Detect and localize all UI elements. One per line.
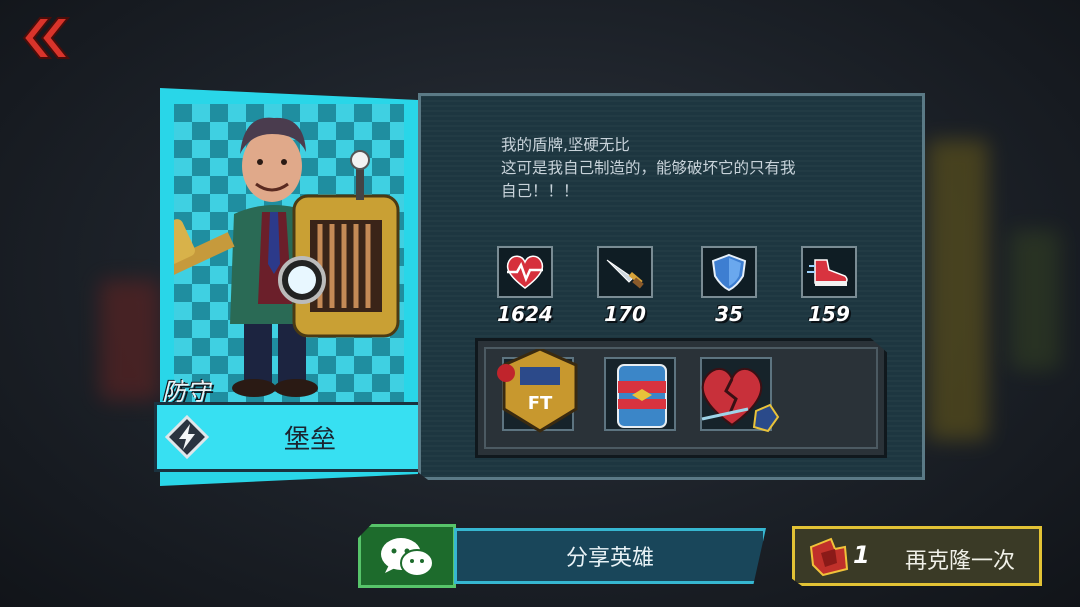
hero-shoe-left	[232, 379, 276, 397]
wechat-icon	[381, 538, 434, 577]
stat-attack-value: 170	[604, 302, 646, 326]
hero-class-name: 堡垒	[283, 425, 336, 455]
shield-icon	[701, 246, 757, 298]
background-card-right	[928, 140, 988, 440]
description-line: 这可是我自己制造的，能够破坏它的只有我	[501, 159, 796, 177]
stat-defense-value: 35	[715, 302, 743, 326]
equipment-slot-2[interactable]	[604, 357, 676, 431]
equipment-slot-1[interactable]: FT	[497, 347, 578, 433]
hero-leg-left	[244, 314, 272, 384]
hero-tie	[268, 212, 280, 274]
sword-icon	[597, 246, 653, 298]
hero-illustration	[174, 117, 400, 397]
equipment-panel: FT	[475, 338, 887, 458]
background-card-far-right	[1010, 230, 1060, 370]
share-label-box: 分享英雄	[454, 528, 766, 584]
clone-count: 1	[853, 541, 870, 569]
hero-description: 我的盾牌,坚硬无比 这可是我自己制造的，能够破坏它的只有我 自己！！！	[501, 134, 796, 203]
share-hero-label: 分享英雄	[565, 546, 654, 571]
share-icon-box	[358, 524, 456, 588]
ft-badge-icon: FT	[497, 347, 578, 433]
hero-info-panel: 我的盾牌,坚硬无比 这可是我自己制造的，能够破坏它的只有我 自己！！！ 1624…	[418, 93, 925, 480]
sneaker-icon	[801, 246, 857, 298]
stat-health-value: 1624	[497, 302, 553, 326]
stat-health: 1624	[485, 246, 565, 326]
soda-can-icon	[617, 364, 667, 428]
hero-shoe-right	[274, 379, 318, 397]
clone-again-label: 再克隆一次	[905, 549, 1016, 574]
heart-icon	[497, 246, 553, 298]
stat-speed: 159	[789, 246, 869, 326]
back-button[interactable]	[18, 14, 74, 62]
description-line: 我的盾牌,坚硬无比	[501, 136, 630, 154]
background-card-left	[100, 280, 160, 400]
stat-defense: 35	[689, 246, 769, 326]
svg-text:FT: FT	[528, 393, 553, 414]
broken-heart-icon	[701, 368, 780, 433]
hero-portrait	[174, 104, 404, 404]
stat-attack: 170	[585, 246, 665, 326]
clone-token-icon	[809, 537, 849, 577]
share-hero-button[interactable]: 分享英雄	[358, 524, 768, 588]
stat-speed-value: 159	[808, 302, 850, 326]
hero-class-bar: 堡垒	[154, 402, 426, 472]
clone-again-button[interactable]: 1 再克隆一次	[792, 526, 1042, 586]
equipment-slot-3[interactable]	[700, 357, 780, 433]
double-chevron-left-icon	[22, 17, 71, 59]
description-line: 自己！！！	[501, 182, 579, 200]
